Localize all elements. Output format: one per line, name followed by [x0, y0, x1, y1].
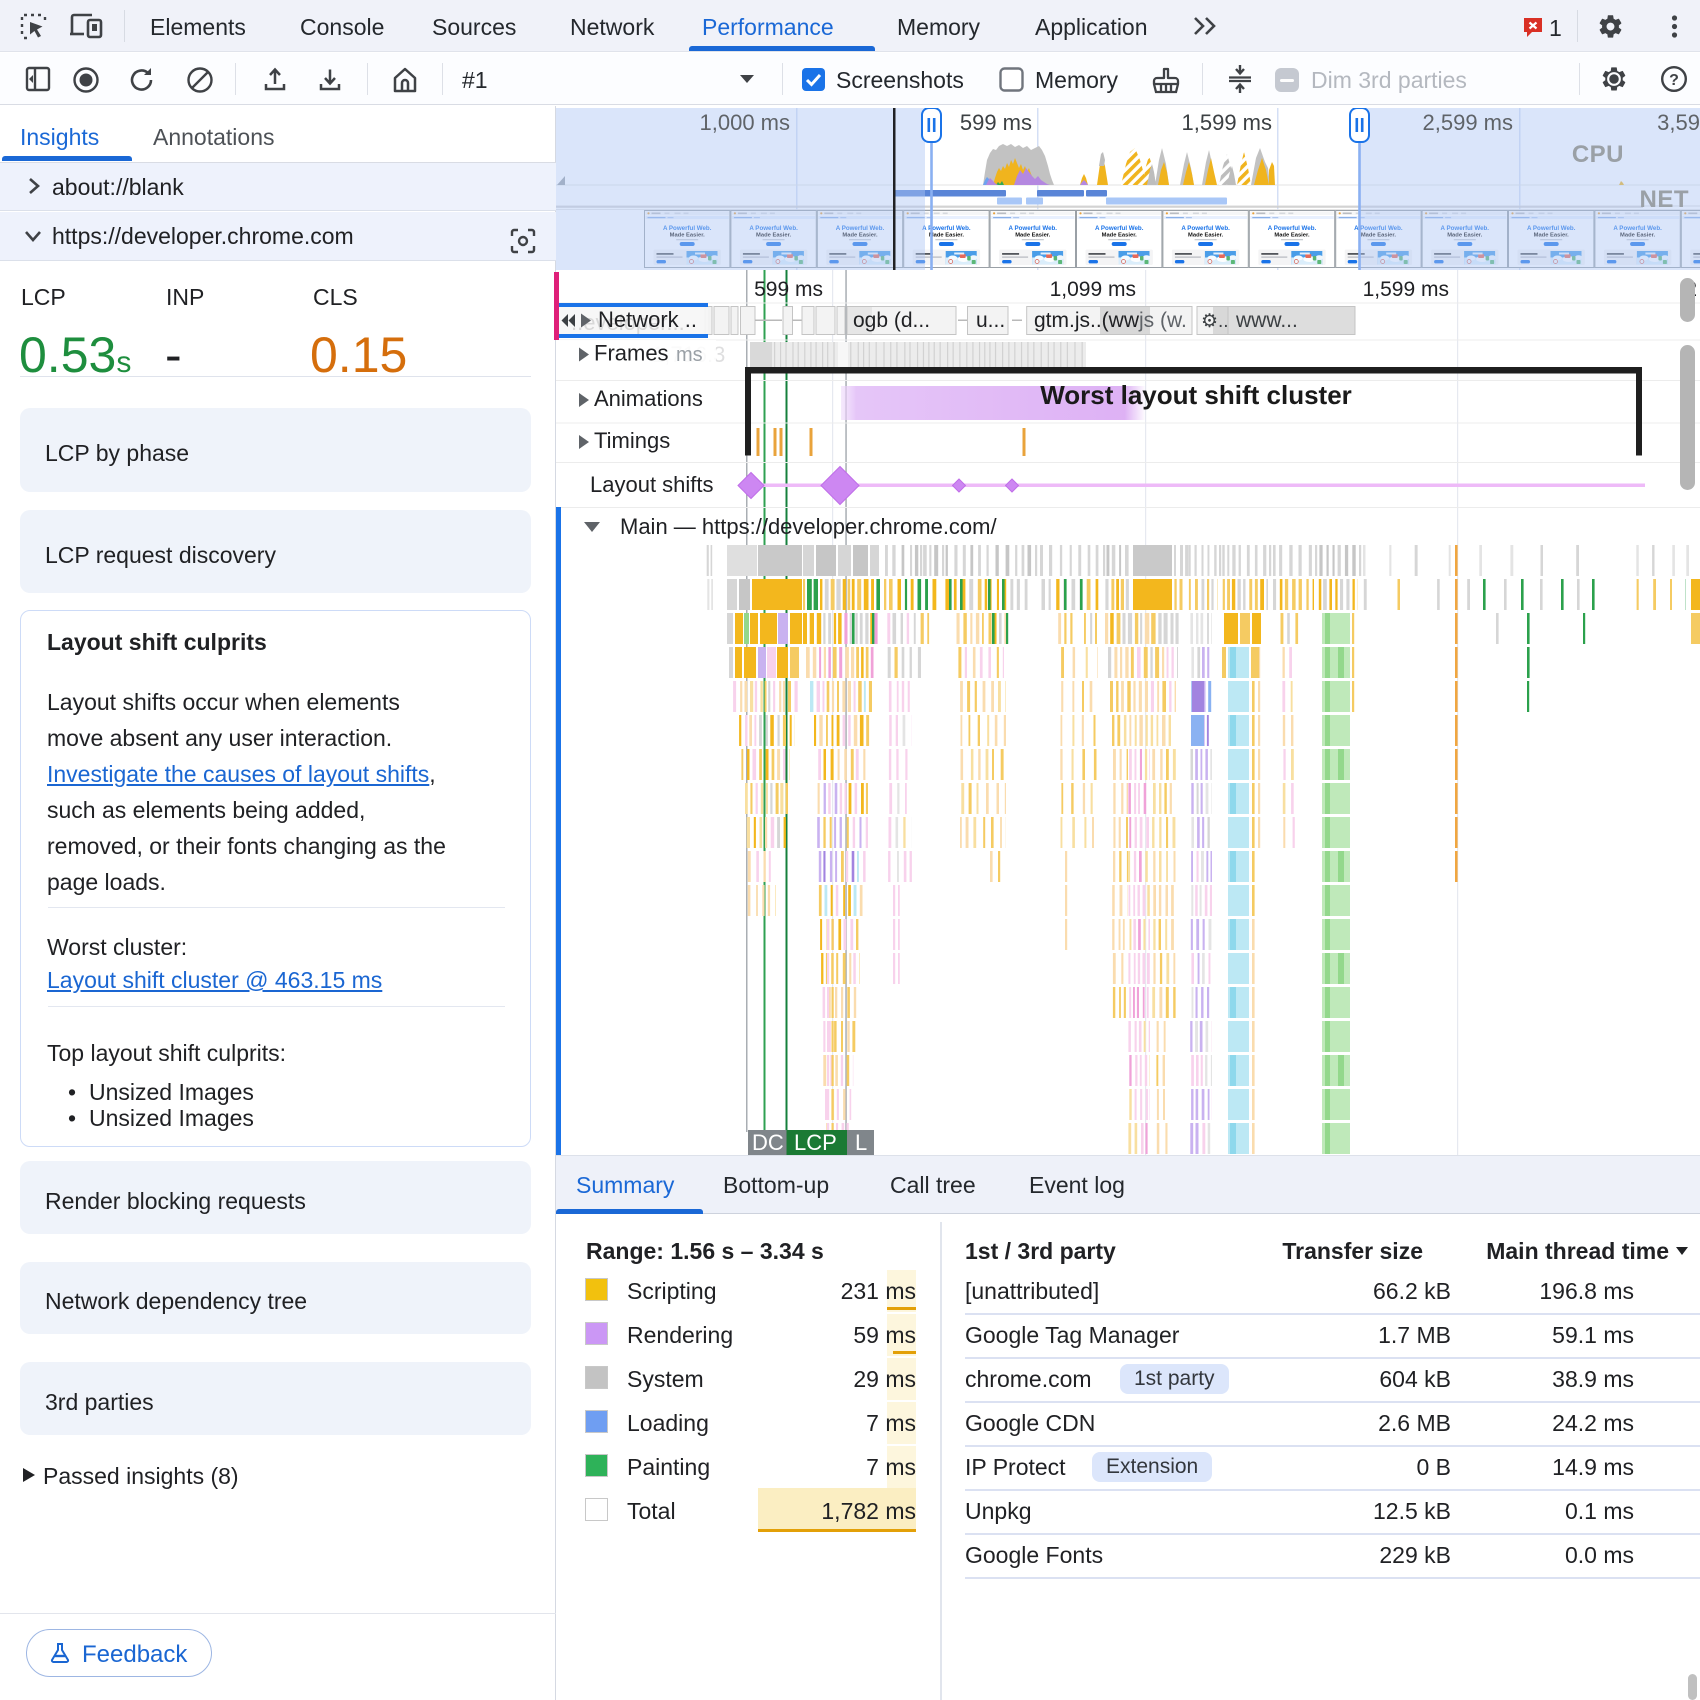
svg-text:Network ..: Network ..: [598, 307, 697, 332]
svg-text:Made Easier.: Made Easier.: [1274, 233, 1310, 239]
svg-text:Main — https://developer.chrom: Main — https://developer.chrome.com/: [620, 514, 997, 539]
svg-text:Made Easier.: Made Easier.: [1188, 233, 1224, 239]
svg-text:ogb (d...: ogb (d...: [853, 309, 930, 332]
svg-text:1,000 ms: 1,000 ms: [700, 110, 791, 135]
svg-text:ms: ms: [676, 344, 703, 366]
svg-text:L: L: [855, 1130, 867, 1155]
svg-text:Made Easier.: Made Easier.: [1015, 233, 1051, 239]
svg-text:2,599 ms: 2,599 ms: [1423, 110, 1514, 135]
svg-text:Layout shifts: Layout shifts: [590, 472, 714, 497]
svg-text:599 ms: 599 ms: [960, 110, 1032, 135]
svg-text:DC: DC: [752, 1130, 784, 1155]
svg-text:Animations: Animations: [594, 386, 703, 411]
svg-text:1,099 ms: 1,099 ms: [1050, 278, 1136, 301]
svg-text:LCP: LCP: [794, 1130, 837, 1155]
svg-text:1,599 ms: 1,599 ms: [1182, 110, 1273, 135]
svg-text:NET: NET: [1640, 186, 1690, 213]
svg-text:A Powerful Web.: A Powerful Web.: [1095, 225, 1144, 232]
svg-text:A Powerful Web.: A Powerful Web.: [1009, 225, 1058, 232]
svg-text:Frames: Frames: [594, 341, 669, 366]
svg-text:Made Easier.: Made Easier.: [929, 233, 965, 239]
svg-text:Timings: Timings: [594, 428, 670, 453]
svg-text:www...: www...: [1235, 309, 1298, 332]
svg-text:u...: u...: [976, 309, 1005, 332]
svg-text:A Powerful Web.: A Powerful Web.: [1181, 225, 1230, 232]
svg-text:?: ?: [1669, 72, 1679, 89]
svg-text:Made Easier.: Made Easier.: [1102, 233, 1138, 239]
svg-text:CPU: CPU: [1572, 141, 1624, 168]
svg-text:3,59: 3,59: [1657, 110, 1700, 135]
svg-text:A Powerful Web.: A Powerful Web.: [1268, 225, 1317, 232]
svg-text:A Powerful Web.: A Powerful Web.: [922, 225, 971, 232]
svg-text:Worst layout shift cluster: Worst layout shift cluster: [1040, 380, 1352, 410]
svg-text:599 ms: 599 ms: [754, 278, 823, 301]
svg-text:gtm.js..(wwjs (w.: gtm.js..(wwjs (w.: [1034, 309, 1187, 332]
svg-text:1,599 ms: 1,599 ms: [1363, 278, 1449, 301]
